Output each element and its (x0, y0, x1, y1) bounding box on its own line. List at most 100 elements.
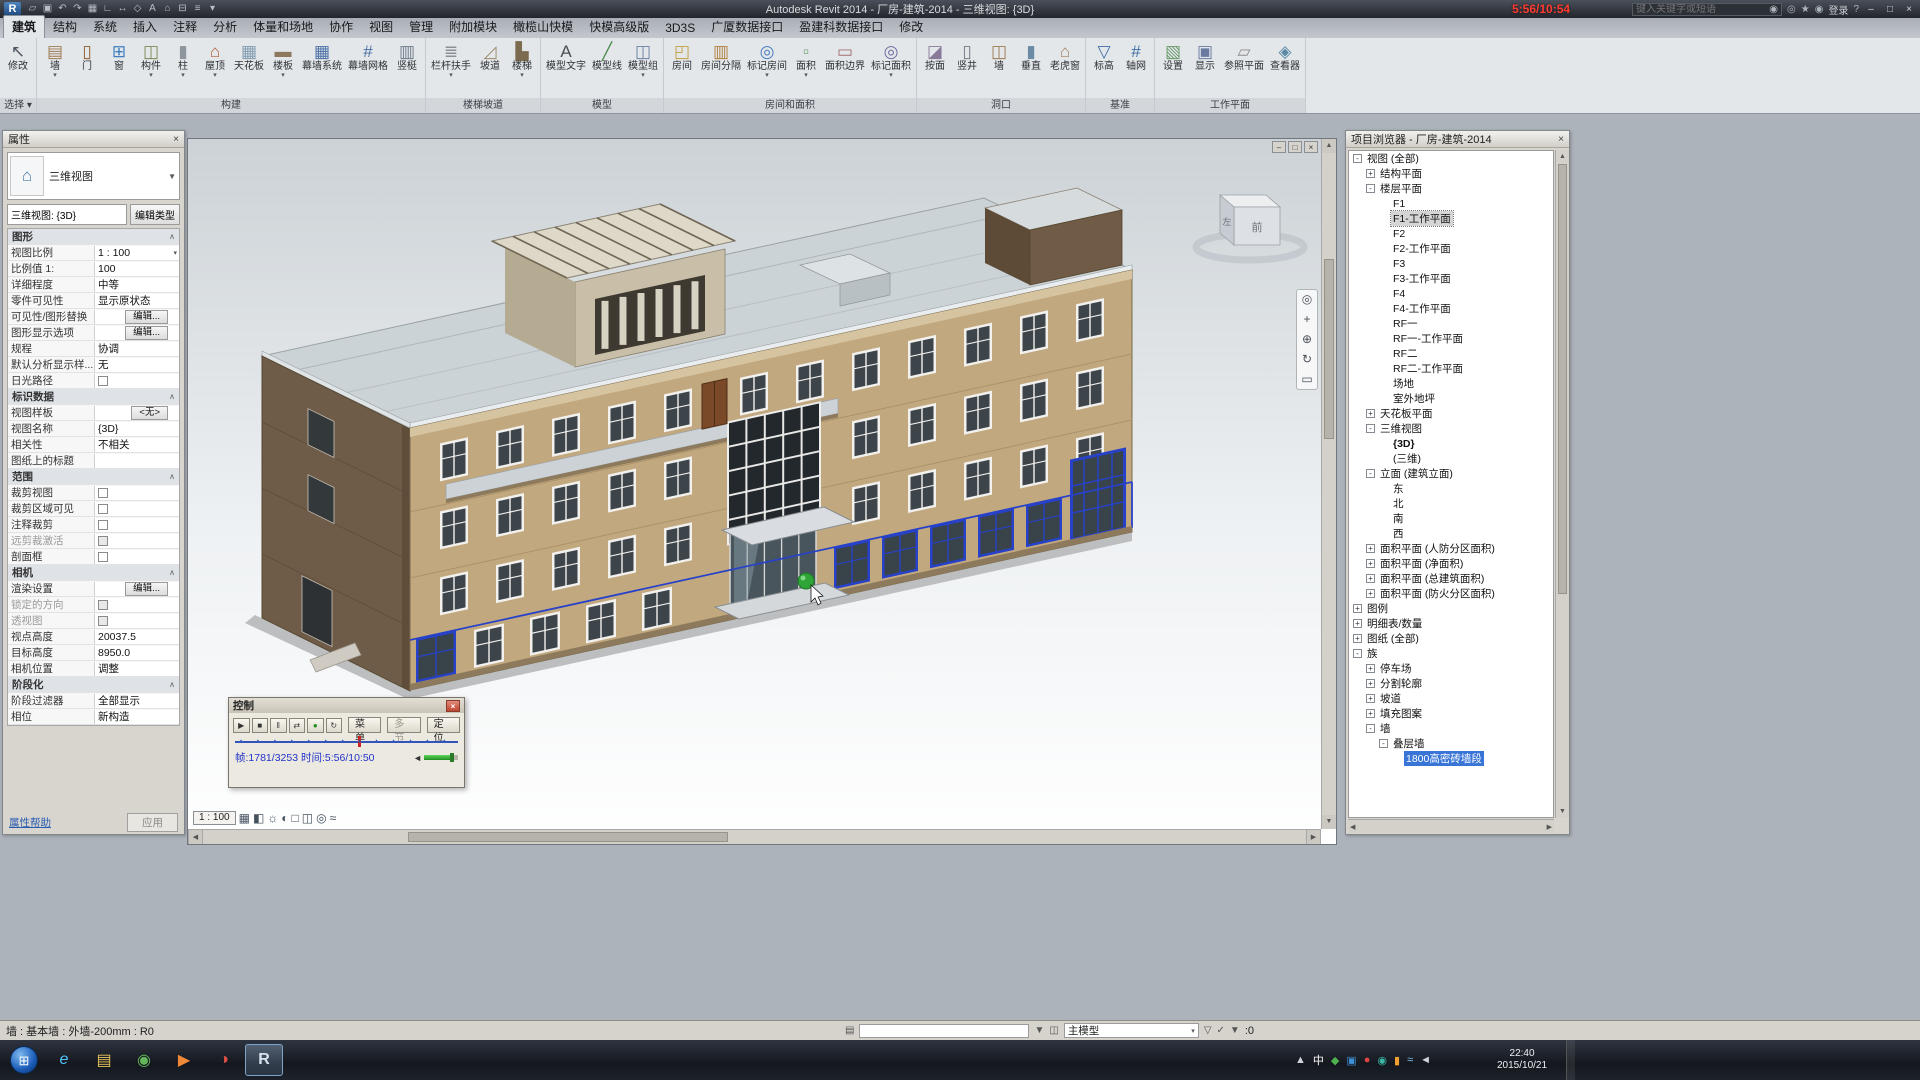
subscription-icon[interactable]: ◎ (1787, 4, 1796, 15)
property-value[interactable]: 无 (94, 358, 179, 372)
tool-button-幕墙网格[interactable]: #幕墙网格 (346, 40, 390, 98)
property-value[interactable]: 不相关 (94, 438, 179, 452)
tree-item-label[interactable]: F1 (1391, 198, 1407, 210)
tree-item-label[interactable]: F4 (1391, 288, 1407, 300)
design-option-select[interactable]: 主模型 ▾ (1064, 1023, 1199, 1038)
facade-window[interactable] (740, 372, 768, 416)
tree-item-RF二[interactable]: RF二 (1349, 346, 1553, 361)
taskbar-app-revit-icon[interactable]: R (245, 1044, 283, 1076)
facade-window[interactable] (608, 469, 636, 513)
tree-item-label[interactable]: 1800高密砖墙段 (1404, 751, 1484, 766)
property-value[interactable]: 8950.0 (94, 646, 179, 660)
instance-selector[interactable]: 三维视图: {3D} (7, 204, 127, 225)
facade-window[interactable] (964, 457, 992, 501)
default-3d-view-icon[interactable]: ⌂ (160, 1, 175, 17)
tree-item-北[interactable]: 北 (1349, 496, 1553, 511)
browser-horizontal-scrollbar[interactable]: ◀▶ (1348, 819, 1554, 833)
expand-icon[interactable]: + (1366, 559, 1375, 568)
tool-button-按面[interactable]: ◪按面 (920, 40, 950, 98)
tool-button-柱[interactable]: ▮柱▾ (168, 40, 198, 98)
collapse-icon[interactable]: ∧ (169, 680, 175, 689)
customize-quick-access-icon[interactable]: ▾ (205, 1, 220, 17)
rewind-icon[interactable]: ▭ (1301, 373, 1312, 386)
facade-window[interactable] (440, 437, 468, 481)
close-icon[interactable]: × (446, 700, 460, 712)
redo-icon[interactable]: ↷ (70, 1, 85, 17)
property-value[interactable]: 新构造 (94, 710, 179, 724)
text-icon[interactable]: A (145, 1, 160, 17)
ribbon-tab-3D3S[interactable]: 3D3S (657, 19, 703, 38)
timeline-slider[interactable]: ♦♦♦♦♦♦♦♦♦♦♦♦♦ (235, 736, 458, 748)
edit-button[interactable]: 编辑... (125, 582, 168, 596)
tree-item-label[interactable]: 天花板平面 (1378, 406, 1435, 421)
tree-item-label[interactable]: 面积平面 (防火分区面积) (1378, 586, 1497, 601)
menu-button[interactable]: 菜单 (348, 717, 381, 733)
visual-style-icon[interactable]: ◧ (253, 811, 264, 825)
expand-icon[interactable]: + (1366, 169, 1375, 178)
tree-item-叠层墙[interactable]: -叠层墙 (1349, 736, 1553, 751)
collapse-icon[interactable]: ∧ (169, 472, 175, 481)
panel-label-基准[interactable]: 基准 (1086, 98, 1154, 113)
tree-item-南[interactable]: 南 (1349, 511, 1553, 526)
properties-section-header[interactable]: 范围∧ (8, 469, 179, 485)
property-value[interactable]: 显示原状态 (94, 294, 179, 308)
tree-item-label[interactable]: 叠层墙 (1391, 736, 1427, 751)
tree-item-图纸 (全部)[interactable]: +图纸 (全部) (1349, 631, 1553, 646)
tool-button-查看器[interactable]: ◈查看器 (1268, 40, 1302, 98)
ribbon-tab-修改[interactable]: 修改 (891, 16, 931, 38)
tool-button-墙[interactable]: ◫墙 (984, 40, 1014, 98)
tool-button-垂直[interactable]: ▮垂直 (1016, 40, 1046, 98)
tree-item-RF二-工作平面[interactable]: RF二-工作平面 (1349, 361, 1553, 376)
search-box[interactable]: ◉ (1632, 3, 1782, 16)
restore-button[interactable]: □ (1883, 4, 1897, 15)
tree-item-label[interactable]: 坡道 (1378, 691, 1403, 706)
tree-item-面积平面 (防火分区面积)[interactable]: +面积平面 (防火分区面积) (1349, 586, 1553, 601)
tree-item-label[interactable]: 面积平面 (人防分区面积) (1378, 541, 1497, 556)
view-restore-button[interactable]: □ (1288, 141, 1302, 153)
expand-icon[interactable]: + (1366, 544, 1375, 553)
tree-item-label[interactable]: {3D} (1391, 438, 1417, 450)
repeat-icon[interactable]: ↻ (326, 718, 343, 733)
locate-button[interactable]: 定位 (427, 717, 460, 733)
ribbon-tab-快模高级版[interactable]: 快模高级版 (581, 16, 657, 38)
tree-item-label[interactable]: F2-工作平面 (1391, 241, 1453, 256)
property-value[interactable]: <无> (94, 406, 179, 420)
property-value[interactable] (94, 614, 179, 628)
viewcube[interactable]: 前 左 (1196, 195, 1304, 260)
tree-item-label[interactable]: F1-工作平面 (1391, 211, 1453, 226)
type-selector[interactable]: ⌂ 三维视图 ▼ (7, 152, 180, 200)
ime-icon[interactable]: 中 (1313, 1052, 1324, 1068)
network-icon[interactable]: ≈ (1407, 1054, 1413, 1066)
ribbon-tab-建筑[interactable]: 建筑 (3, 15, 45, 38)
facade-window[interactable] (852, 347, 880, 391)
checkbox[interactable] (98, 488, 108, 498)
tool-button-轴网[interactable]: #轴网 (1121, 40, 1151, 98)
speaker-icon[interactable]: ◄ (413, 753, 422, 763)
tree-item-label[interactable]: F2 (1391, 228, 1407, 240)
collapse-icon[interactable]: - (1353, 649, 1362, 658)
pause-icon[interactable]: ‖ (270, 718, 287, 733)
tool-button-坡道[interactable]: ◿坡道 (475, 40, 505, 98)
aligned-dimension-icon[interactable]: ↔ (115, 1, 130, 17)
tree-item-1800高密砖墙段[interactable]: 1800高密砖墙段 (1349, 751, 1553, 766)
collapse-icon[interactable]: ∧ (169, 568, 175, 577)
property-value[interactable]: 调整 (94, 662, 179, 676)
tree-item-面积平面 (总建筑面积)[interactable]: +面积平面 (总建筑面积) (1349, 571, 1553, 586)
ribbon-tab-注释[interactable]: 注释 (165, 16, 205, 38)
ribbon-tab-系统[interactable]: 系统 (85, 16, 125, 38)
tree-item-F2-工作平面[interactable]: F2-工作平面 (1349, 241, 1553, 256)
tool-button-竖梃[interactable]: ▥竖梃 (392, 40, 422, 98)
tree-item-族[interactable]: -族 (1349, 646, 1553, 661)
property-value[interactable]: 20037.5 (94, 630, 179, 644)
facade-window[interactable] (552, 413, 580, 457)
facade-window[interactable] (608, 401, 636, 445)
tree-item-场地[interactable]: 场地 (1349, 376, 1553, 391)
search-icon[interactable]: ◉ (1769, 4, 1778, 15)
checkbox[interactable] (98, 504, 108, 514)
collapse-icon[interactable]: - (1366, 424, 1375, 433)
property-value[interactable] (94, 518, 179, 532)
collapse-icon[interactable]: - (1379, 739, 1388, 748)
expand-icon[interactable]: + (1366, 664, 1375, 673)
tree-item-天花板平面[interactable]: +天花板平面 (1349, 406, 1553, 421)
tool-button-屋顶[interactable]: ⌂屋顶▾ (200, 40, 230, 98)
